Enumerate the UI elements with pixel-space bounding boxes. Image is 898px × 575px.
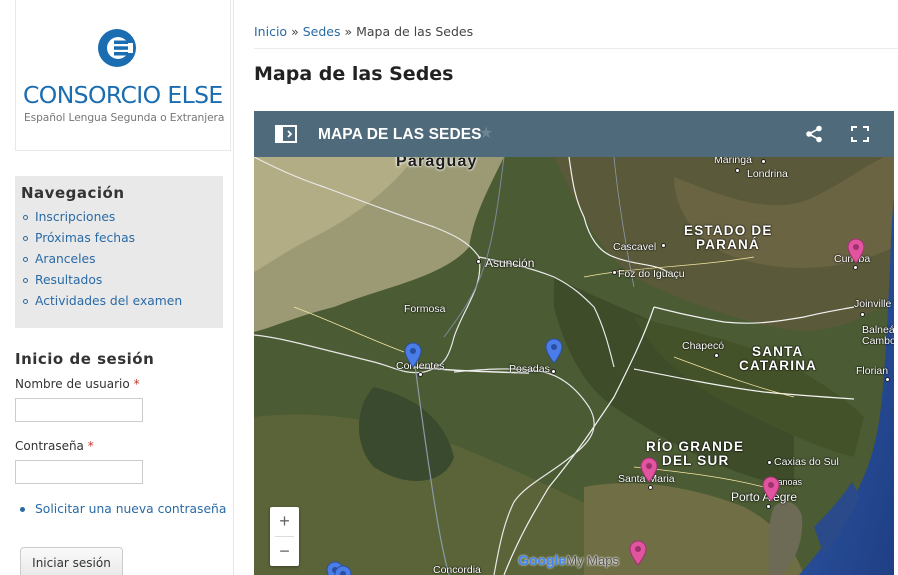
blue-pin-icon[interactable] bbox=[545, 338, 563, 364]
city-marker-icon bbox=[766, 504, 771, 509]
map-header: MAPA DE LAS SEDES ★ bbox=[254, 111, 894, 157]
pink-pin-icon[interactable] bbox=[762, 476, 780, 502]
city-marker-icon bbox=[735, 168, 740, 173]
map-label-city: Posadas bbox=[509, 363, 550, 375]
logo-mark-icon bbox=[98, 29, 136, 67]
city-marker-icon bbox=[761, 159, 766, 164]
map-label-state: PARANÁ bbox=[696, 237, 760, 252]
login-button[interactable]: Iniciar sesión bbox=[20, 547, 123, 575]
city-marker-icon bbox=[612, 270, 617, 275]
nav-item-aranceles[interactable]: Aranceles bbox=[21, 251, 182, 272]
breadcrumb-inicio[interactable]: Inicio bbox=[254, 24, 287, 39]
city-marker-icon bbox=[853, 265, 858, 270]
city-marker-icon bbox=[418, 372, 423, 377]
map-label-city: Caxias do Sul bbox=[774, 456, 839, 468]
mymaps-wordmark: My Maps bbox=[566, 553, 619, 568]
city-marker-icon bbox=[648, 485, 653, 490]
map-label-state: RÍO GRANDE bbox=[646, 439, 745, 454]
navigation-title: Navegación bbox=[21, 184, 125, 202]
logo-tagline: Español Lengua Segunda o Extranjera bbox=[24, 111, 225, 124]
city-marker-icon bbox=[714, 353, 719, 358]
blue-pin-icon[interactable] bbox=[334, 565, 352, 575]
map-label-city: Concordia bbox=[433, 564, 481, 575]
share-icon[interactable] bbox=[805, 125, 823, 143]
map-label-city: Florian bbox=[856, 365, 889, 377]
breadcrumb-divider bbox=[254, 48, 898, 49]
city-marker-icon bbox=[885, 377, 890, 382]
map-embed[interactable]: MAPA DE LAS SEDES ★ Paraguay ESTADO DE P… bbox=[254, 111, 894, 575]
zoom-control: + − bbox=[270, 507, 299, 566]
nav-item-inscripciones[interactable]: Inscripciones bbox=[21, 209, 182, 230]
blue-pin-icon[interactable] bbox=[404, 342, 422, 368]
map-label-city: Formosa bbox=[404, 303, 446, 315]
nav-item-actividades[interactable]: Actividades del examen bbox=[21, 293, 182, 314]
navigation-list: Inscripciones Próximas fechas Aranceles … bbox=[21, 209, 182, 314]
city-marker-icon bbox=[860, 312, 865, 317]
city-marker-icon bbox=[661, 243, 666, 248]
pink-pin-icon[interactable] bbox=[847, 238, 865, 264]
map-label-city: Cascavel bbox=[613, 241, 657, 253]
map-label-city: Londrina bbox=[747, 168, 788, 180]
google-wordmark: Google bbox=[518, 552, 567, 568]
username-label-text: Nombre de usuario bbox=[15, 377, 130, 391]
nav-item-proximas-fechas[interactable]: Próximas fechas bbox=[21, 230, 182, 251]
map-label-state: ESTADO DE bbox=[684, 223, 773, 238]
map-label-state: CATARINA bbox=[739, 358, 818, 373]
map-label-state: DEL SUR bbox=[662, 453, 730, 468]
page-title: Mapa de las Sedes bbox=[254, 63, 454, 85]
required-mark: * bbox=[87, 439, 94, 453]
breadcrumb-sedes[interactable]: Sedes bbox=[303, 24, 341, 39]
pink-pin-icon[interactable] bbox=[629, 540, 647, 566]
logo-name: CONSORCIO ELSE bbox=[23, 81, 223, 109]
map-label-city: Foz do Iguaçu bbox=[618, 268, 685, 280]
pink-pin-icon[interactable] bbox=[640, 457, 658, 483]
map-label-city: Asunción bbox=[485, 256, 535, 270]
breadcrumb: Inicio » Sedes » Mapa de las Sedes bbox=[254, 24, 473, 39]
map-label-state: SANTA bbox=[752, 344, 804, 359]
username-input[interactable] bbox=[15, 398, 143, 422]
breadcrumb-current: Mapa de las Sedes bbox=[356, 24, 474, 39]
left-sidebar: CONSORCIO ELSE Español Lengua Segunda o … bbox=[0, 0, 234, 575]
zoom-out-button[interactable]: − bbox=[270, 537, 299, 566]
map-label-city: Chapecó bbox=[682, 340, 725, 352]
breadcrumb-separator: » bbox=[344, 24, 353, 39]
nav-item-resultados[interactable]: Resultados bbox=[21, 272, 182, 293]
reset-password-link[interactable]: Solicitar una nueva contraseña bbox=[20, 502, 226, 516]
city-marker-icon bbox=[551, 369, 556, 374]
city-marker-icon bbox=[476, 259, 481, 264]
map-label-city: Cambo bbox=[862, 335, 894, 347]
google-mymaps-logo[interactable]: GoogleMy Maps bbox=[518, 552, 619, 568]
map-canvas[interactable]: Paraguay ESTADO DE PARANÁ SANTA CATARINA… bbox=[254, 153, 894, 575]
fullscreen-icon[interactable] bbox=[851, 126, 869, 142]
city-marker-icon bbox=[767, 460, 772, 465]
star-icon[interactable]: ★ bbox=[479, 123, 493, 142]
password-label-text: Contraseña bbox=[15, 439, 84, 453]
login-title: Inicio de sesión bbox=[15, 350, 155, 368]
map-title: MAPA DE LAS SEDES bbox=[318, 126, 482, 143]
navigation-block: Navegación Inscripciones Próximas fechas… bbox=[15, 176, 223, 328]
password-input[interactable] bbox=[15, 460, 143, 484]
site-logo[interactable]: CONSORCIO ELSE Español Lengua Segunda o … bbox=[15, 0, 231, 151]
breadcrumb-separator: » bbox=[291, 24, 299, 39]
password-label: Contraseña * bbox=[15, 439, 94, 453]
sidebar-toggle-icon[interactable] bbox=[275, 125, 297, 143]
required-mark: * bbox=[133, 377, 140, 391]
zoom-in-button[interactable]: + bbox=[270, 507, 299, 536]
username-label: Nombre de usuario * bbox=[15, 377, 140, 391]
map-label-city: Joinville bbox=[854, 298, 892, 310]
